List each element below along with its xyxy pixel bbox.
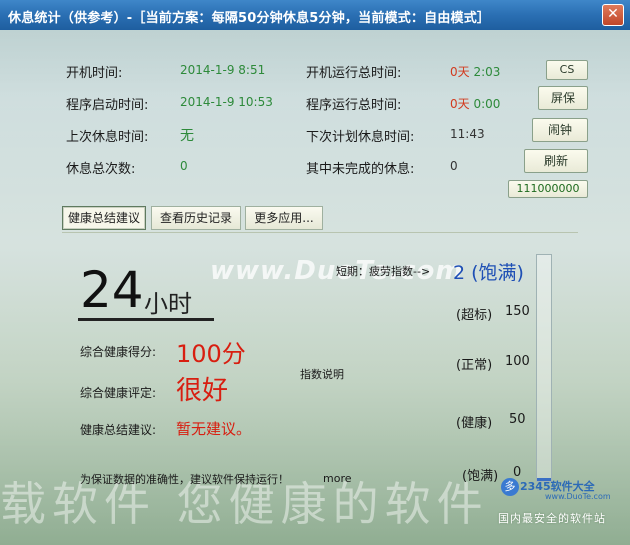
window-title: 休息统计（供参考）-［当前方案：每隔50分钟休息5分钟，当前模式：自由模式］	[8, 11, 491, 26]
fatigue-value: 2 (饱满)	[453, 262, 524, 284]
boot-total-time: 2:03	[473, 65, 501, 79]
prog-total-label: 程序运行总时间:	[306, 98, 402, 113]
rest-count-value: 0	[180, 159, 188, 173]
tab-more-apps[interactable]: 更多应用...	[245, 206, 323, 230]
unfinished-label: 其中未完成的休息:	[306, 162, 415, 177]
boot-time-value: 2014-1-9 8:51	[180, 63, 266, 77]
hours-underline	[78, 318, 214, 321]
fatigue-gauge	[536, 254, 552, 482]
more-link[interactable]: more	[323, 472, 352, 485]
level-exceed-value: 150	[505, 304, 530, 319]
score-value: 100分	[176, 340, 246, 368]
boot-time-label: 开机时间:	[66, 66, 123, 81]
level-normal-value: 100	[505, 354, 530, 369]
rating-label: 综合健康评定:	[80, 386, 157, 400]
cs-button[interactable]: CS	[546, 60, 588, 80]
next-rest-label: 下次计划休息时间:	[306, 130, 415, 145]
prog-total-value: 0天 0:00	[450, 95, 500, 112]
tab-health-summary[interactable]: 健康总结建议	[62, 206, 146, 230]
brand-logo: 多	[501, 478, 519, 496]
rest-count-label: 休息总次数:	[66, 162, 136, 177]
level-healthy-value: 50	[509, 412, 526, 427]
level-exceed-label: (超标)	[456, 308, 493, 323]
prog-total-days: 0天	[450, 97, 470, 111]
boot-total-value: 0天 2:03	[450, 63, 500, 80]
prog-start-value: 2014-1-9 10:53	[180, 95, 273, 109]
tab-history[interactable]: 查看历史记录	[151, 206, 241, 230]
brand-url: www.DuoTe.com	[545, 492, 611, 501]
footer-note: 为保证数据的准确性，建议软件保持运行！	[80, 473, 289, 486]
index-explain-link[interactable]: 指数说明	[300, 366, 344, 382]
fatigue-label: 短期：疲劳指数-->	[336, 265, 431, 278]
refresh-button[interactable]: 刷新	[524, 149, 588, 173]
boot-total-days: 0天	[450, 65, 470, 79]
divider	[62, 232, 578, 233]
title-bar: 休息统计（供参考）-［当前方案：每隔50分钟休息5分钟，当前模式：自由模式］ ✕	[0, 0, 630, 30]
unfinished-value: 0	[450, 159, 458, 173]
screensaver-button[interactable]: 屏保	[538, 86, 588, 110]
main-panel: 载软件 您健康的软件 开机时间: 2014-1-9 8:51 开机运行总时间: …	[0, 30, 630, 545]
prog-start-label: 程序启动时间:	[66, 98, 149, 113]
last-rest-value: 无	[180, 128, 194, 144]
level-full-label: (饱满)	[462, 469, 499, 484]
advice-label: 健康总结建议:	[80, 423, 157, 437]
hours-unit: 小时	[144, 290, 192, 318]
code-button[interactable]: 111000000	[508, 180, 588, 198]
brand-footer: 国内最安全的软件站	[498, 512, 606, 525]
advice-value: 暂无建议。	[176, 420, 252, 438]
hours-value: 24	[80, 261, 144, 319]
close-icon[interactable]: ✕	[602, 4, 624, 26]
score-label: 综合健康得分:	[80, 345, 157, 359]
last-rest-label: 上次休息时间:	[66, 130, 149, 145]
level-healthy-label: (健康)	[456, 416, 493, 431]
prog-total-time: 0:00	[473, 97, 501, 111]
alarm-button[interactable]: 闹钟	[532, 118, 588, 142]
next-rest-value: 11:43	[450, 127, 485, 141]
level-normal-label: (正常)	[456, 358, 493, 373]
boot-total-label: 开机运行总时间:	[306, 66, 402, 81]
rating-value: 很好	[176, 376, 229, 406]
